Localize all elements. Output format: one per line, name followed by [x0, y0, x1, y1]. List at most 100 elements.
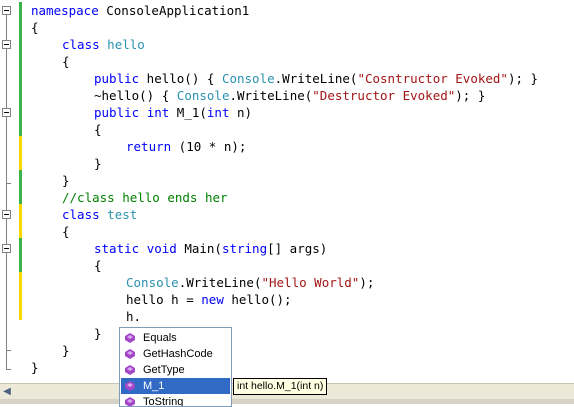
punctuation: );: [359, 275, 375, 290]
code-line-10[interactable]: }: [94, 155, 102, 172]
intellisense-item-equals[interactable]: Equals: [121, 330, 230, 346]
saved-change-marker: [19, 238, 22, 272]
keyword: return: [126, 139, 172, 154]
code-line-8[interactable]: {: [94, 121, 102, 138]
punctuation: ); }: [507, 71, 539, 86]
unsaved-change-marker: [19, 204, 22, 238]
intellisense-list[interactable]: Equals GetHashCode GetType M_1 ToString: [119, 327, 232, 407]
brace: {: [62, 224, 70, 239]
identifier: Main(: [176, 241, 222, 256]
code-line-1[interactable]: namespace ConsoleApplication1: [31, 2, 249, 19]
brace: {: [94, 258, 102, 273]
collapse-method-icon[interactable]: [2, 108, 11, 117]
code-line-15[interactable]: static void Main(string[] args): [94, 240, 327, 257]
keyword: string: [221, 241, 268, 256]
keyword: void: [146, 241, 177, 256]
collapse-class-test-icon[interactable]: [2, 210, 11, 219]
intellisense-item-gethashcode[interactable]: GetHashCode: [121, 346, 230, 362]
keyword: class: [62, 207, 100, 222]
method-icon: [125, 349, 135, 359]
brace: {: [62, 54, 70, 69]
code-line-3[interactable]: class hello: [62, 36, 145, 53]
collapse-namespace-icon[interactable]: [2, 6, 11, 15]
code-line-16[interactable]: {: [94, 257, 102, 274]
identifier: ~hello() {: [94, 88, 177, 103]
string-literal: "Destructor Evoked": [312, 88, 456, 103]
keyword: namespace: [31, 3, 99, 18]
identifier: [] args): [267, 241, 328, 256]
unsaved-change-marker: [19, 272, 22, 320]
brace: }: [62, 173, 70, 188]
scroll-left-arrow-icon[interactable]: ◀: [0, 384, 14, 399]
collapse-class-hello-icon[interactable]: [2, 40, 11, 49]
unsaved-change-marker: [19, 136, 22, 170]
code-line-19[interactable]: h.: [126, 308, 141, 325]
keyword: public: [94, 71, 140, 86]
class-name: hello: [99, 37, 145, 52]
class-name: test: [99, 207, 138, 222]
method-icon: [125, 365, 135, 375]
identifier: ConsoleApplication1: [98, 3, 250, 18]
expression: (10 * n);: [171, 139, 247, 154]
identifier: n): [229, 105, 253, 120]
code-line-2[interactable]: {: [31, 19, 39, 36]
brace: {: [94, 122, 102, 137]
punctuation: ); }: [455, 88, 486, 103]
intellisense-item-gettype[interactable]: GetType: [121, 362, 230, 378]
method-icon: [125, 397, 135, 406]
string-literal: "Cosntructor Evoked": [357, 71, 508, 86]
identifier: hello h =: [126, 292, 202, 307]
identifier: hello() {: [139, 71, 222, 86]
code-line-12[interactable]: //class hello ends her: [62, 189, 228, 206]
identifier: h.: [126, 309, 142, 324]
status-strip: [0, 399, 574, 404]
brace: }: [94, 156, 102, 171]
code-line-13[interactable]: class test: [62, 206, 137, 223]
code-line-9[interactable]: return (10 * n);: [126, 138, 246, 155]
code-line-20[interactable]: }: [94, 325, 102, 342]
code-line-21[interactable]: }: [62, 342, 70, 359]
intellisense-label: Equals: [143, 332, 177, 344]
brace: }: [94, 326, 102, 341]
method-icon: [125, 333, 135, 343]
code-editor[interactable]: namespace ConsoleApplication1 { class he…: [0, 0, 574, 383]
keyword: static: [94, 241, 140, 256]
comment: //class hello ends her: [62, 190, 228, 205]
outline-end: [6, 369, 11, 370]
code-line-18[interactable]: hello h = new hello();: [126, 291, 292, 308]
identifier: M_1(: [169, 105, 207, 120]
brace: }: [62, 343, 70, 358]
intellisense-label: GetHashCode: [143, 348, 213, 360]
code-line-5[interactable]: public hello() { Console.WriteLine("Cosn…: [94, 70, 538, 87]
code-line-6[interactable]: ~hello() { Console.WriteLine("Destructor…: [94, 87, 485, 104]
outline-end: [6, 183, 11, 184]
outline-end: [6, 350, 11, 351]
string-literal: "Hello World": [261, 275, 360, 290]
intellisense-label: M_1: [143, 380, 165, 392]
code-line-7[interactable]: public int M_1(int n): [94, 104, 252, 121]
keyword: public: [94, 105, 140, 120]
keyword: int: [206, 105, 230, 120]
outline-line: [6, 219, 7, 350]
code-line-4[interactable]: {: [62, 53, 70, 70]
intellisense-label: ToString: [143, 396, 184, 407]
saved-change-marker: [19, 170, 22, 204]
method-icon: [125, 381, 135, 391]
brace: {: [31, 20, 39, 35]
identifier: .WriteLine(: [229, 88, 313, 103]
identifier: .WriteLine(: [178, 275, 262, 290]
member-signature-tooltip: int hello.M_1(int n): [233, 378, 328, 395]
identifier: hello();: [223, 292, 292, 307]
identifier: .WriteLine(: [274, 71, 358, 86]
intellisense-label: GetType: [143, 364, 185, 376]
brace: }: [31, 360, 39, 375]
keyword: int: [146, 105, 170, 120]
code-line-22[interactable]: }: [31, 359, 39, 376]
code-line-11[interactable]: }: [62, 172, 70, 189]
intellisense-item-tostring[interactable]: ToString: [121, 394, 230, 407]
code-line-17[interactable]: Console.WriteLine("Hello World");: [126, 274, 374, 291]
intellisense-item-m1[interactable]: M_1: [121, 378, 230, 394]
collapse-main-icon[interactable]: [2, 244, 11, 253]
code-line-14[interactable]: {: [62, 223, 70, 240]
type-name: Console: [221, 71, 275, 86]
